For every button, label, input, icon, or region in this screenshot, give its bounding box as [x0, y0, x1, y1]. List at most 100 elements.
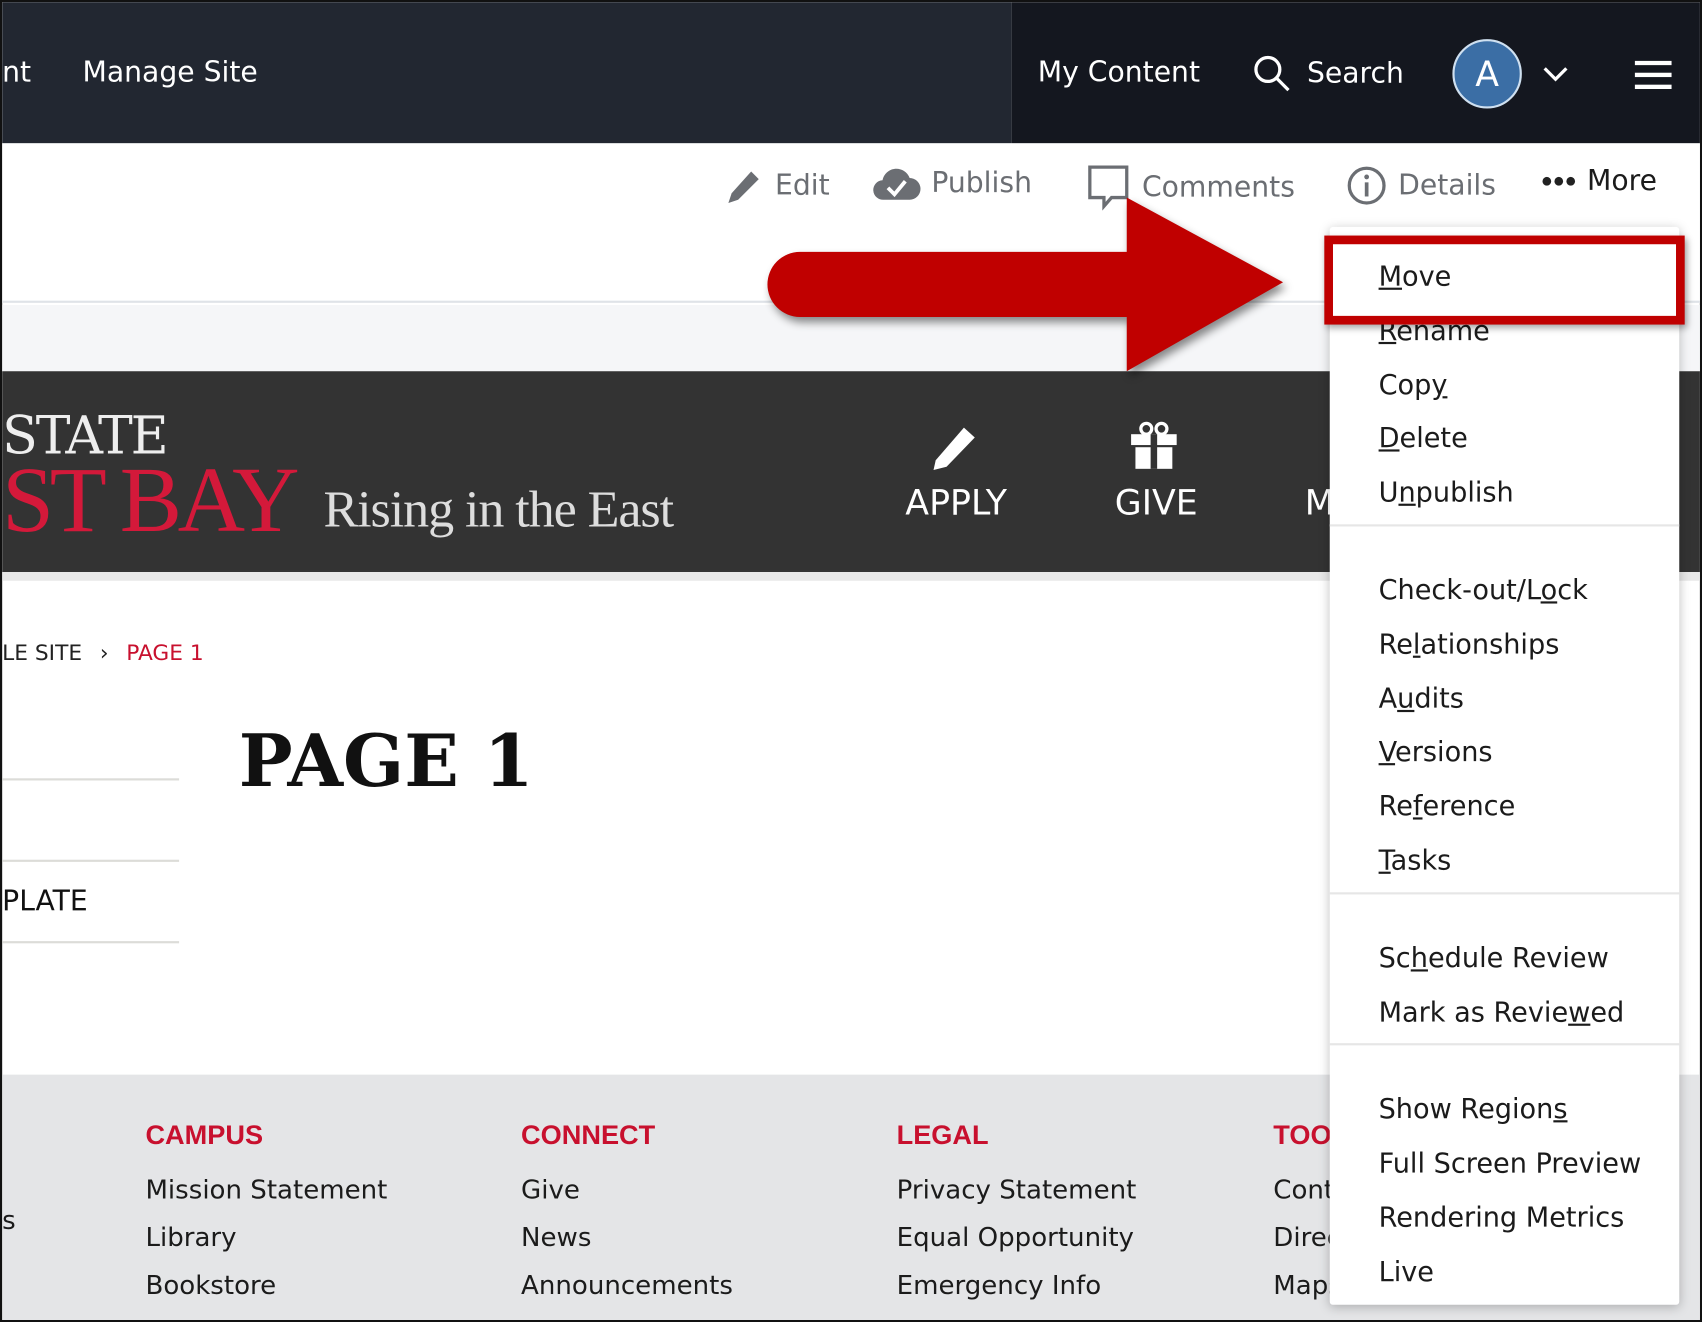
- footer-heading: CONNECT: [521, 1120, 656, 1151]
- menu-item-text: Live: [1378, 1255, 1435, 1288]
- menu-item-text: h: [1410, 941, 1428, 974]
- screenshot: nt Manage Site My Content Search A Edit …: [0, 0, 1702, 1322]
- menu-item-text: Check-out/L: [1378, 574, 1541, 606]
- footer-link[interactable]: Bookstore: [145, 1270, 276, 1300]
- menu-item-text: ationships: [1420, 628, 1560, 660]
- annotation-arrow: [767, 197, 1284, 372]
- menu-item-text: D: [1378, 422, 1400, 455]
- give-link[interactable]: GIVE: [1115, 482, 1198, 523]
- menu-divider: [1329, 892, 1680, 895]
- footer-link[interactable]: Library: [145, 1222, 236, 1252]
- menu-item-full-screen-preview[interactable]: Full Screen Preview: [1379, 1148, 1642, 1179]
- nav-partial[interactable]: nt: [2, 56, 31, 89]
- search-icon: [1254, 55, 1290, 92]
- menu-item-text: Re: [1378, 790, 1413, 822]
- menu-item-text: asks: [1390, 844, 1452, 876]
- breadcrumb-separator: ›: [99, 639, 109, 666]
- footer-link[interactable]: Cont: [1273, 1175, 1334, 1205]
- footer-partial: s: [2, 1204, 16, 1236]
- menu-item-text: edule Review: [1427, 941, 1609, 974]
- info-icon: [1347, 166, 1386, 205]
- breadcrumb-parent[interactable]: LE SITE: [2, 639, 82, 665]
- menu-item-text: o: [1540, 574, 1558, 606]
- menu-divider: [1329, 524, 1680, 527]
- details-button[interactable]: Details: [1346, 165, 1496, 206]
- logo-line2: ST BAY: [2, 447, 299, 552]
- menu-item-text: w: [1568, 996, 1591, 1028]
- manage-site-link[interactable]: Manage Site: [82, 56, 257, 89]
- page-title: PAGE 1: [238, 718, 534, 804]
- breadcrumb: LE SITE › PAGE 1: [2, 639, 204, 665]
- menu-item-text: Sc: [1378, 941, 1411, 974]
- menu-item-unpublish[interactable]: Unpublish: [1379, 477, 1514, 508]
- pencil-icon: [933, 427, 975, 471]
- menu-item-text: l: [1412, 628, 1421, 660]
- menu-item-check-out-lock[interactable]: Check-out/Lock: [1379, 574, 1588, 605]
- search-label: Search: [1306, 57, 1404, 91]
- menu-item-versions[interactable]: Versions: [1379, 736, 1493, 767]
- menu-item-text: Show Region: [1378, 1093, 1554, 1126]
- details-label: Details: [1398, 169, 1496, 202]
- apply-link[interactable]: APPLY: [905, 482, 1007, 523]
- menu-item-schedule-review[interactable]: Schedule Review: [1379, 942, 1609, 973]
- menu-item-text: V: [1378, 736, 1396, 768]
- gift-icon: [1131, 421, 1177, 469]
- menu-item-text: publish: [1415, 476, 1514, 509]
- menu-item-text: erence: [1422, 790, 1516, 822]
- footer-link[interactable]: Privacy Statement: [897, 1175, 1137, 1205]
- menu-item-rendering-metrics[interactable]: Rendering Metrics: [1379, 1202, 1625, 1233]
- chevron-down-icon[interactable]: [1541, 65, 1569, 82]
- menu-item-text: elete: [1399, 422, 1468, 455]
- menu-item-text: Rendering Metrics: [1378, 1201, 1625, 1234]
- footer-link[interactable]: Emergency Info: [897, 1270, 1102, 1300]
- menu-item-text: T: [1378, 844, 1391, 876]
- search-button[interactable]: Search: [1253, 54, 1404, 93]
- menu-item-text: U: [1378, 476, 1399, 509]
- footer-link[interactable]: Give: [521, 1175, 580, 1205]
- menu-item-mark-as-reviewed[interactable]: Mark as Reviewed: [1379, 996, 1625, 1027]
- menu-item-text: n: [1398, 476, 1416, 509]
- sidebar-item-template[interactable]: PLATE: [2, 886, 88, 919]
- footer-link[interactable]: News: [521, 1222, 591, 1252]
- sidebar-divider: [2, 941, 180, 944]
- menu-item-text: Cop: [1378, 368, 1432, 401]
- menu-item-text: ed: [1590, 996, 1625, 1028]
- menu-item-text: dits: [1414, 682, 1464, 714]
- menu-item-delete[interactable]: Delete: [1379, 423, 1468, 454]
- menu-item-text: ck: [1557, 574, 1588, 606]
- footer-heading: LEGAL: [896, 1120, 989, 1151]
- footer-link[interactable]: Equal Opportunity: [897, 1222, 1134, 1252]
- menu-item-text: y: [1431, 368, 1448, 401]
- avatar[interactable]: A: [1452, 39, 1522, 109]
- menu-item-text: Re: [1378, 628, 1413, 660]
- footer-link[interactable]: Mission Statement: [145, 1175, 387, 1205]
- ellipsis-icon: [1542, 176, 1576, 186]
- sidebar-divider: [2, 778, 180, 781]
- footer-heading: CAMPUS: [145, 1120, 264, 1151]
- menu-item-copy[interactable]: Copy: [1379, 369, 1448, 400]
- logo-tagline: Rising in the East: [323, 480, 674, 539]
- menu-item-audits[interactable]: Audits: [1379, 682, 1464, 713]
- footer-heading: TOO: [1273, 1120, 1332, 1151]
- footer-link[interactable]: Announcements: [521, 1270, 733, 1300]
- my-content-link[interactable]: My Content: [1038, 56, 1200, 89]
- hamburger-menu-icon[interactable]: [1634, 60, 1672, 90]
- menu-item-text: A: [1378, 682, 1398, 714]
- menu-item-text: s: [1553, 1093, 1568, 1126]
- menu-item-text: Full Screen Preview: [1378, 1147, 1642, 1180]
- menu-item-show-regions[interactable]: Show Regions: [1379, 1094, 1568, 1125]
- menu-item-reference[interactable]: Reference: [1379, 790, 1516, 821]
- menu-item-relationships[interactable]: Relationships: [1379, 628, 1560, 659]
- menu-item-text: ersions: [1395, 736, 1493, 768]
- menu-divider: [1329, 1043, 1680, 1046]
- menu-item-text: Mark as Revie: [1378, 996, 1569, 1028]
- more-label: More: [1587, 164, 1657, 198]
- menu-item-tasks[interactable]: Tasks: [1379, 845, 1452, 876]
- menu-item-text: u: [1397, 682, 1415, 714]
- highlighted-menu-item[interactable]: Move: [1378, 260, 1452, 292]
- breadcrumb-current: PAGE 1: [126, 639, 204, 666]
- menu-item-live[interactable]: Live: [1379, 1256, 1434, 1287]
- menu-caret: [1584, 208, 1616, 228]
- more-button[interactable]: More: [1541, 165, 1657, 198]
- sidebar-divider: [2, 859, 180, 862]
